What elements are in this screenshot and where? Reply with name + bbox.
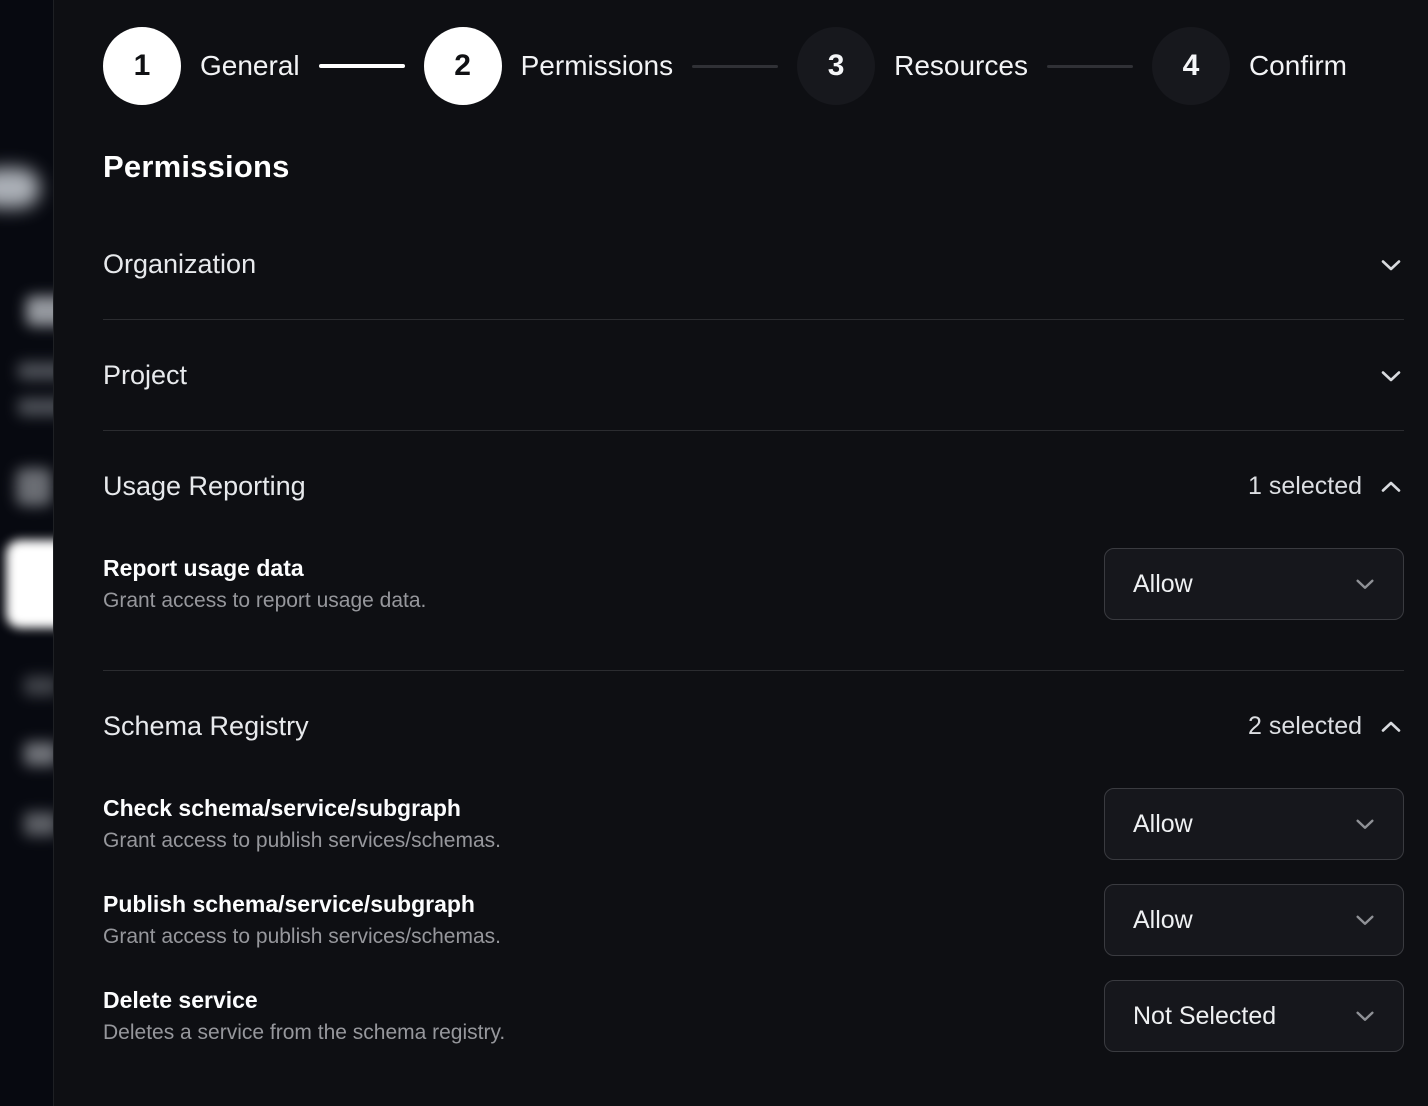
- permission-description: Grant access to publish services/schemas…: [103, 829, 501, 853]
- chevron-down-icon: [1353, 908, 1377, 932]
- check-schema-select[interactable]: Allow: [1104, 788, 1404, 860]
- step-3-circle: 3: [797, 27, 875, 105]
- section-project: Project: [103, 320, 1404, 431]
- step-permissions[interactable]: 2 Permissions: [424, 27, 673, 105]
- section-schema-registry-header[interactable]: Schema Registry 2 selected: [103, 711, 1404, 742]
- delete-service-select[interactable]: Not Selected: [1104, 980, 1404, 1052]
- selected-count-badge: 1 selected: [1248, 472, 1362, 501]
- blurred-text-line: [24, 676, 53, 696]
- permission-title: Delete service: [103, 987, 505, 1014]
- chevron-down-icon: [1353, 1004, 1377, 1028]
- wizard-stepper: 1 General 2 Permissions 3 Resources 4 Co…: [103, 27, 1404, 105]
- permission-description: Grant access to report usage data.: [103, 589, 426, 613]
- permission-row-delete-service: Delete service Deletes a service from th…: [103, 980, 1404, 1052]
- blurred-text-line: [18, 398, 53, 416]
- section-project-header[interactable]: Project: [103, 360, 1404, 391]
- permission-title: Check schema/service/subgraph: [103, 795, 501, 822]
- section-organization-header[interactable]: Organization: [103, 249, 1404, 280]
- blurred-icon-shape: [16, 468, 52, 506]
- chevron-up-icon: [1378, 474, 1404, 500]
- step-2-circle: 2: [424, 27, 502, 105]
- blurred-pill-shape: [0, 168, 40, 208]
- section-title: Project: [103, 360, 187, 391]
- blurred-heading-text: [26, 296, 53, 326]
- permission-row-publish-schema: Publish schema/service/subgraph Grant ac…: [103, 884, 1404, 956]
- page-title: Permissions: [103, 149, 1404, 185]
- select-value: Allow: [1133, 906, 1193, 935]
- step-1-circle: 1: [103, 27, 181, 105]
- stepper-connector-active: [319, 64, 405, 68]
- step-resources[interactable]: 3 Resources: [797, 27, 1028, 105]
- permission-sections: Organization Project: [103, 209, 1404, 1072]
- permission-description: Grant access to publish services/schemas…: [103, 925, 501, 949]
- selected-count-badge: 2 selected: [1248, 712, 1362, 741]
- select-value: Not Selected: [1133, 1002, 1276, 1031]
- background-page-strip: [0, 0, 53, 1106]
- permission-text: Report usage data Grant access to report…: [103, 555, 426, 613]
- section-title: Organization: [103, 249, 256, 280]
- permission-text: Check schema/service/subgraph Grant acce…: [103, 795, 501, 853]
- step-general[interactable]: 1 General: [103, 27, 300, 105]
- permission-text: Publish schema/service/subgraph Grant ac…: [103, 891, 501, 949]
- app-root: 1 General 2 Permissions 3 Resources 4 Co…: [0, 0, 1428, 1106]
- permission-title: Report usage data: [103, 555, 426, 582]
- chevron-down-icon: [1353, 572, 1377, 596]
- create-key-wizard-panel: 1 General 2 Permissions 3 Resources 4 Co…: [53, 0, 1428, 1106]
- chevron-down-icon: [1378, 252, 1404, 278]
- blurred-text-line: [18, 362, 53, 380]
- step-4-circle: 4: [1152, 27, 1230, 105]
- step-confirm[interactable]: 4 Confirm: [1152, 27, 1347, 105]
- section-usage-reporting: Usage Reporting 1 selected Report usage …: [103, 431, 1404, 671]
- section-usage-reporting-header[interactable]: Usage Reporting 1 selected: [103, 471, 1404, 502]
- permission-text: Delete service Deletes a service from th…: [103, 987, 505, 1045]
- report-usage-data-select[interactable]: Allow: [1104, 548, 1404, 620]
- stepper-connector: [692, 65, 778, 68]
- section-organization: Organization: [103, 209, 1404, 320]
- permission-title: Publish schema/service/subgraph: [103, 891, 501, 918]
- chevron-up-icon: [1378, 714, 1404, 740]
- permission-row-report-usage-data: Report usage data Grant access to report…: [103, 548, 1404, 620]
- stepper-connector: [1047, 65, 1133, 68]
- blurred-white-card: [6, 540, 53, 628]
- permission-row-check-schema: Check schema/service/subgraph Grant acce…: [103, 788, 1404, 860]
- select-value: Allow: [1133, 810, 1193, 839]
- blurred-text-line: [24, 742, 53, 766]
- step-2-label: Permissions: [521, 50, 673, 82]
- step-3-label: Resources: [894, 50, 1028, 82]
- blurred-text-line: [24, 812, 53, 836]
- section-schema-registry: Schema Registry 2 selected Check schema/…: [103, 671, 1404, 1072]
- step-4-label: Confirm: [1249, 50, 1347, 82]
- publish-schema-select[interactable]: Allow: [1104, 884, 1404, 956]
- chevron-down-icon: [1378, 363, 1404, 389]
- permission-description: Deletes a service from the schema regist…: [103, 1021, 505, 1045]
- chevron-down-icon: [1353, 812, 1377, 836]
- select-value: Allow: [1133, 570, 1193, 599]
- step-1-label: General: [200, 50, 300, 82]
- section-title: Schema Registry: [103, 711, 309, 742]
- section-title: Usage Reporting: [103, 471, 306, 502]
